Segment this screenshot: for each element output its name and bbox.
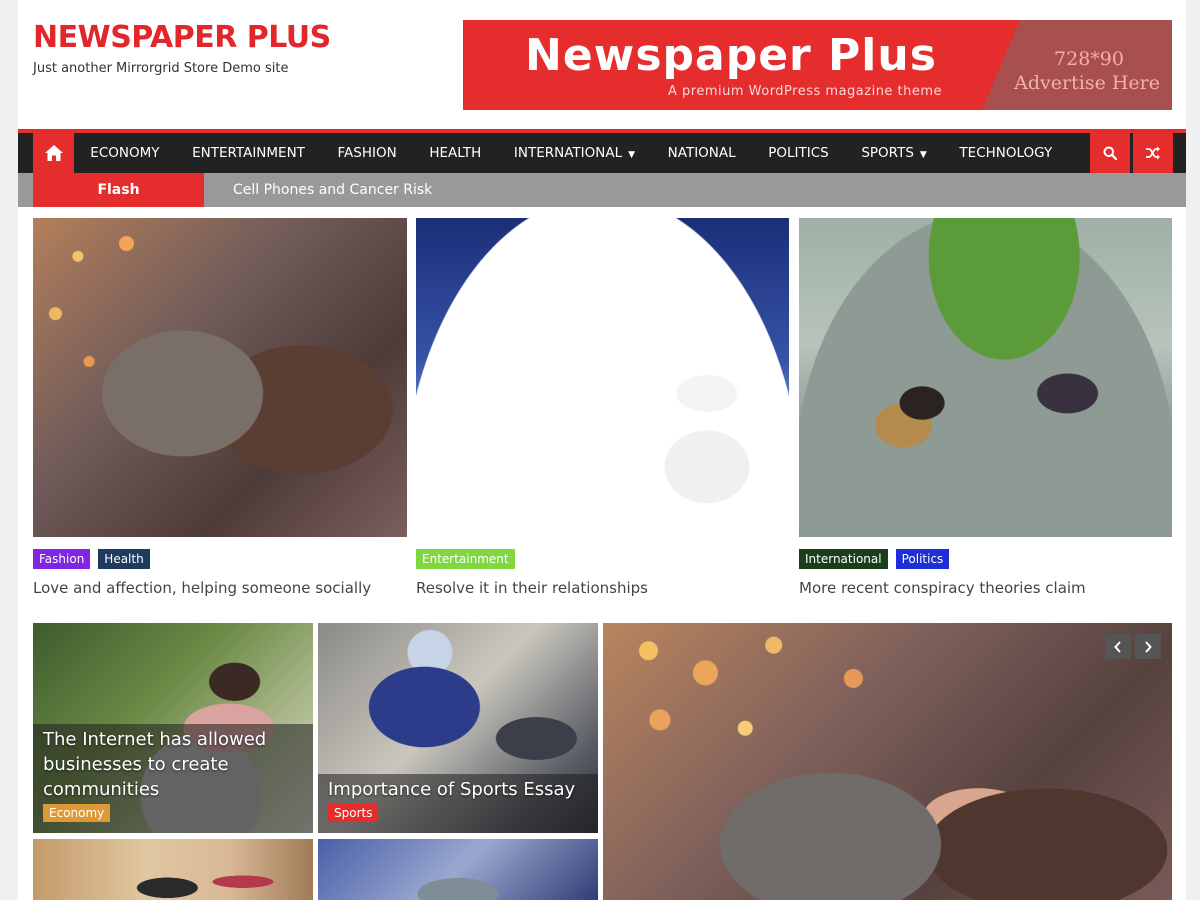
featured-image[interactable]: [33, 218, 407, 537]
nav-item-international[interactable]: INTERNATIONAL ▼: [498, 133, 652, 173]
category-tag-entertainment[interactable]: Entertainment: [416, 549, 515, 569]
category-tag-politics[interactable]: Politics: [895, 549, 950, 569]
featured-post: International Politics More recent consp…: [799, 218, 1173, 597]
nav-item-label: ENTERTAINMENT: [192, 145, 305, 161]
category-tag-health[interactable]: Health: [98, 549, 150, 569]
nav-item-label: TECHNOLOGY: [959, 145, 1053, 161]
nav-item-economy[interactable]: ECONOMY: [74, 133, 176, 173]
home-button[interactable]: [33, 133, 74, 173]
grid-post-tile[interactable]: The Internet has allowed businesses to c…: [33, 623, 313, 833]
nav-item-health[interactable]: HEALTH: [413, 133, 498, 173]
banner-advertise-text: Advertise Here: [1014, 72, 1160, 94]
nav-item-sports[interactable]: SPORTS ▼: [845, 133, 943, 173]
nav-item-label: NATIONAL: [667, 145, 736, 161]
search-button[interactable]: [1090, 133, 1130, 173]
site-tagline: Just another Mirrorgrid Store Demo site: [33, 61, 289, 76]
news-ticker: Flash Cell Phones and Cancer Risk: [18, 173, 1186, 207]
tile-caption: The Internet has allowed businesses to c…: [33, 724, 313, 833]
category-tag-economy[interactable]: Economy: [43, 804, 111, 822]
ticker-label: Flash: [33, 173, 204, 207]
home-icon: [44, 145, 63, 161]
category-tag-international[interactable]: International: [799, 549, 888, 569]
post-title-link[interactable]: More recent conspiracy theories claim: [799, 579, 1086, 597]
nav-item-label: POLITICS: [768, 145, 829, 161]
nav-item-entertainment[interactable]: ENTERTAINMENT: [176, 133, 321, 173]
nav-item-politics[interactable]: POLITICS: [752, 133, 845, 173]
post-title-link[interactable]: Importance of Sports Essay: [328, 777, 588, 802]
featured-image[interactable]: [799, 218, 1172, 537]
nav-item-label: HEALTH: [429, 145, 482, 161]
nav-item-label: SPORTS: [861, 145, 914, 161]
post-title-link[interactable]: The Internet has allowed businesses to c…: [43, 727, 303, 802]
category-tag-sports[interactable]: Sports: [328, 804, 379, 822]
featured-post: Entertainment Resolve it in their relati…: [416, 218, 790, 597]
advertisement-banner[interactable]: Newspaper Plus A premium WordPress magaz…: [463, 20, 1172, 110]
slider-prev-button[interactable]: [1105, 634, 1131, 659]
category-tag-fashion[interactable]: Fashion: [33, 549, 91, 569]
post-title-link[interactable]: Love and affection, helping someone soci…: [33, 579, 371, 597]
banner-title: Newspaper Plus: [525, 30, 937, 81]
grid-post-tile[interactable]: [318, 839, 598, 900]
random-post-button[interactable]: [1133, 133, 1173, 173]
site-title[interactable]: NEWSPAPER PLUS: [33, 20, 331, 55]
nav-item-technology[interactable]: TECHNOLOGY: [943, 133, 1068, 173]
tile-caption: Importance of Sports Essay Sports: [318, 774, 598, 833]
grid-post-tile[interactable]: [33, 839, 313, 900]
slider-next-button[interactable]: [1135, 634, 1161, 659]
nav-item-label: INTERNATIONAL: [513, 145, 623, 161]
nav-item-fashion[interactable]: FASHION: [321, 133, 413, 173]
chevron-left-icon: [1114, 640, 1121, 653]
post-title-link[interactable]: Resolve it in their relationships: [416, 579, 648, 597]
ticker-headline-link[interactable]: Cell Phones and Cancer Risk: [233, 173, 432, 207]
chevron-down-icon: ▼: [919, 150, 927, 160]
search-icon: [1103, 146, 1117, 160]
chevron-right-icon: [1145, 640, 1152, 653]
nav-item-label: ECONOMY: [90, 145, 160, 161]
page: NEWSPAPER PLUS Just another Mirrorgrid S…: [18, 0, 1186, 900]
featured-post: Fashion Health Love and affection, helpi…: [33, 218, 407, 597]
grid-post-tile[interactable]: Importance of Sports Essay Sports: [318, 623, 598, 833]
banner-size: 728*90: [1054, 48, 1124, 70]
main-navigation: ECONOMY ENTERTAINMENT FASHION HEALTH INT…: [18, 129, 1186, 173]
nav-item-national[interactable]: NATIONAL: [651, 133, 752, 173]
banner-subtitle: A premium WordPress magazine theme: [668, 84, 943, 99]
featured-image[interactable]: [416, 218, 789, 537]
nav-menu: ECONOMY ENTERTAINMENT FASHION HEALTH INT…: [74, 133, 1069, 173]
nav-item-label: FASHION: [337, 145, 397, 161]
shuffle-icon: [1146, 146, 1160, 160]
featured-slider[interactable]: [603, 623, 1172, 900]
chevron-down-icon: ▼: [628, 150, 636, 160]
